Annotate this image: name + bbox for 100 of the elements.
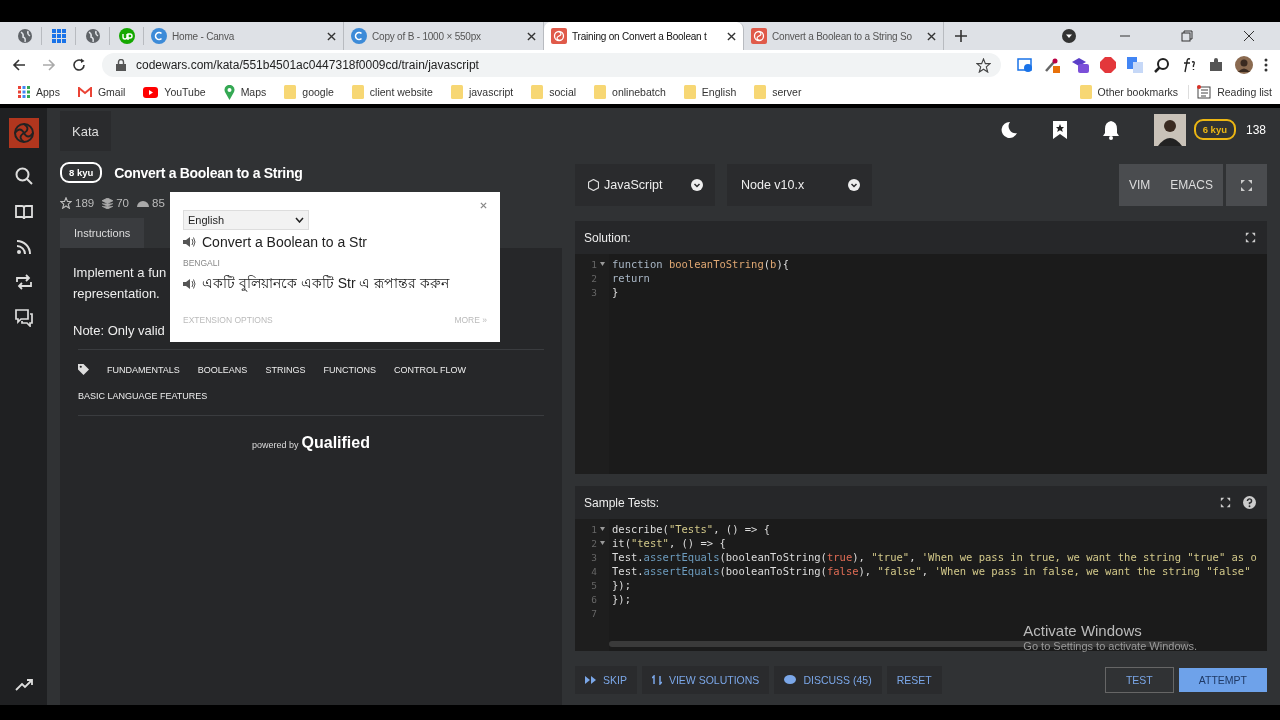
line-number: 4	[591, 565, 597, 577]
code-editor[interactable]	[575, 519, 1267, 651]
tag-link[interactable]: STRINGS	[265, 364, 306, 375]
folder-icon	[284, 85, 297, 99]
fold-icon[interactable]	[600, 527, 605, 531]
close-icon[interactable]	[927, 31, 936, 41]
swirl-logo-icon	[751, 28, 767, 44]
blocker-icon[interactable]	[1100, 57, 1116, 73]
expand-icon[interactable]	[1220, 497, 1231, 508]
fullscreen-button[interactable]	[1226, 164, 1267, 206]
honor-score: 138	[1245, 122, 1266, 137]
bookmark[interactable]: Other bookmarks	[1071, 85, 1187, 99]
search-icon[interactable]	[14, 167, 33, 185]
submit-button[interactable]: TEST	[1104, 667, 1174, 693]
line-number: 2	[591, 537, 597, 549]
language-dropdown[interactable]: JavaScript	[575, 164, 715, 206]
activation-title: Activate Windows	[1023, 622, 1143, 639]
action-button[interactable]: SKIP	[575, 666, 637, 694]
more-icon[interactable]	[1264, 58, 1268, 72]
feed-icon[interactable]	[15, 239, 32, 255]
code-line: return	[611, 272, 650, 284]
help-icon[interactable]	[1243, 496, 1256, 509]
browser-tab[interactable]: Training on Convert a Boolean t	[544, 22, 744, 50]
bookmark[interactable]: onlinebatch	[586, 85, 674, 99]
language-select[interactable]: English	[183, 210, 309, 230]
tag-icon	[78, 364, 89, 375]
action-button[interactable]: VIEW SOLUTIONS	[641, 666, 770, 694]
action-button[interactable]: RESET	[886, 666, 942, 694]
back-icon[interactable]	[12, 58, 26, 72]
repeat-icon[interactable]	[14, 274, 33, 290]
tag-link[interactable]: BASIC LANGUAGE FEATURES	[78, 391, 208, 401]
mode-button[interactable]: EMACS	[1170, 178, 1213, 192]
plus-icon[interactable]	[954, 29, 968, 43]
mode-button[interactable]: VIM	[1128, 178, 1151, 192]
gauge-icon	[137, 199, 149, 207]
swirl-logo-icon	[551, 28, 567, 44]
bookmark[interactable]: google	[276, 85, 342, 99]
stat: 85	[137, 197, 165, 209]
magnifier-icon[interactable]	[1154, 57, 1170, 73]
circle-logo-icon	[351, 28, 367, 44]
list-icon	[1197, 85, 1212, 99]
globe-icon	[84, 28, 101, 44]
bookmark[interactable]: Maps	[215, 84, 275, 100]
fold-icon[interactable]	[600, 541, 605, 545]
bookmark[interactable]: social	[523, 85, 585, 99]
logo-icon[interactable]	[8, 118, 39, 148]
puzzle-icon[interactable]	[1208, 57, 1224, 73]
trend-icon[interactable]	[14, 679, 33, 691]
avatar-icon[interactable]	[1153, 113, 1186, 146]
fast-forward-icon	[585, 676, 596, 684]
reading-list-button[interactable]: Reading list	[1188, 85, 1280, 99]
tag-link[interactable]: CONTROL FLOW	[393, 364, 467, 375]
bookmark[interactable]: YouTube	[135, 86, 214, 98]
bookmark[interactable]: English	[675, 85, 745, 99]
dropper-icon[interactable]	[1044, 57, 1060, 73]
book-icon[interactable]	[14, 204, 33, 220]
close-icon[interactable]	[327, 31, 336, 41]
rank-badge: 8 kyu	[60, 162, 103, 183]
tag-link[interactable]: FUNDAMENTALS	[107, 364, 180, 375]
translate-icon[interactable]	[1127, 57, 1143, 73]
bookmark[interactable]: javascript	[442, 85, 522, 99]
version-dropdown[interactable]: Node v10.x	[727, 164, 872, 206]
moon-icon[interactable]	[999, 120, 1018, 139]
chat-icon[interactable]	[14, 309, 33, 327]
reload-icon[interactable]	[72, 58, 86, 72]
speaker-icon[interactable]	[183, 236, 196, 248]
speaker-icon[interactable]	[183, 278, 196, 290]
bookmark[interactable]: server	[746, 85, 810, 99]
graduation-cap-icon[interactable]	[1071, 57, 1089, 73]
dropdown-icon[interactable]	[1062, 29, 1076, 43]
fold-icon[interactable]	[600, 262, 605, 266]
bookmark[interactable]: client website	[343, 85, 441, 99]
code-editor[interactable]: 1 function booleanToString(b){ 2 return 3 }	[575, 254, 1267, 474]
expand-icon[interactable]	[1245, 232, 1256, 243]
nav-tab[interactable]: Kata	[60, 111, 111, 151]
close-icon[interactable]	[1243, 30, 1255, 42]
submit-button[interactable]: ATTEMPT	[1178, 668, 1267, 692]
close-icon[interactable]	[727, 31, 736, 41]
code-line: });	[611, 579, 631, 591]
source-text: Convert a Boolean to a Str	[202, 234, 367, 250]
function-icon[interactable]	[1181, 57, 1197, 73]
tag-link[interactable]: FUNCTIONS	[323, 364, 376, 375]
address-bar[interactable]: codewars.com/kata/551b4501ac0447318f0009cd/train/javascript	[102, 53, 1001, 77]
bookmark[interactable]: Gmail	[69, 86, 134, 98]
brand-name: Qualified	[301, 434, 370, 452]
restore-icon[interactable]	[1181, 30, 1193, 42]
avatar-icon[interactable]	[1235, 56, 1253, 74]
bell-icon[interactable]	[1101, 119, 1120, 140]
bookmark[interactable]: Apps	[10, 86, 68, 98]
line-number: 3	[591, 551, 597, 563]
bookmark-star-icon[interactable]	[1051, 119, 1068, 140]
close-icon[interactable]	[527, 31, 536, 41]
stat: 70	[102, 197, 129, 209]
expand-icon	[1240, 178, 1253, 192]
tag-link[interactable]: BOOLEANS	[197, 364, 248, 375]
envelope-icon	[77, 86, 92, 98]
extension-icon[interactable]	[1017, 57, 1033, 73]
action-button[interactable]: DISCUSS (45)	[774, 666, 882, 694]
instructions-tab[interactable]: Instructions	[60, 218, 145, 248]
star-icon[interactable]	[976, 57, 991, 73]
